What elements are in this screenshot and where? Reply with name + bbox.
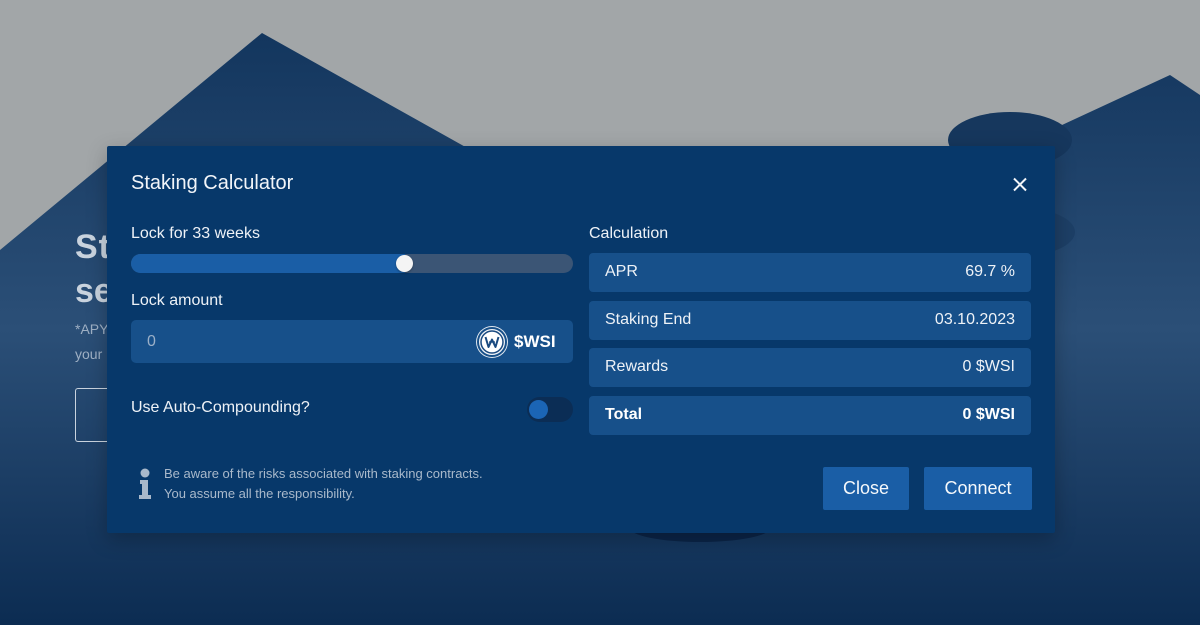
lock-duration-slider[interactable]: [131, 254, 573, 273]
calc-row-value: 69.7 %: [965, 263, 1015, 280]
connect-button[interactable]: Connect: [924, 467, 1032, 510]
calc-row-label: Rewards: [605, 358, 669, 375]
lock-duration-label: Lock for 33 weeks: [131, 225, 260, 242]
risk-notice-line-2: You assume all the responsibility.: [164, 486, 355, 501]
lock-amount-input[interactable]: [131, 320, 461, 363]
lock-amount-label: Lock amount: [131, 292, 223, 309]
close-icon[interactable]: [1009, 174, 1031, 196]
token-symbol: $WSI: [514, 332, 556, 351]
background-note-2: your: [75, 346, 103, 362]
calc-row-label: APR: [605, 263, 638, 280]
background-heading-1: St: [75, 228, 111, 266]
staking-calculator-modal: Staking Calculator Lock for 33 weeks Loc…: [107, 146, 1055, 533]
auto-compound-label: Use Auto-Compounding?: [131, 399, 310, 416]
calc-row-apr: APR 69.7 %: [589, 253, 1031, 292]
calculation-label: Calculation: [589, 225, 669, 242]
auto-compound-toggle[interactable]: [527, 397, 573, 422]
calc-row-rewards: Rewards 0 $WSI: [589, 348, 1031, 387]
slider-fill: [131, 254, 405, 273]
info-icon: [139, 468, 151, 499]
calc-row-total: Total 0 $WSI: [589, 396, 1031, 435]
calc-row-value: 0 $WSI: [962, 358, 1015, 375]
modal-title: Staking Calculator: [131, 172, 294, 194]
calc-row-staking-end: Staking End 03.10.2023: [589, 301, 1031, 340]
toggle-knob: [529, 400, 548, 419]
risk-notice-line-1: Be aware of the risks associated with st…: [164, 466, 483, 481]
calc-row-label: Total: [605, 406, 643, 423]
wsi-token-icon: [477, 327, 507, 357]
background-note-1: *APY: [75, 321, 109, 337]
slider-thumb[interactable]: [396, 255, 413, 272]
close-button[interactable]: Close: [823, 467, 909, 510]
calc-row-value: 0 $WSI: [962, 406, 1015, 423]
calc-row-label: Staking End: [605, 311, 692, 328]
lock-amount-field: $WSI: [131, 320, 573, 363]
calc-row-value: 03.10.2023: [934, 311, 1015, 328]
